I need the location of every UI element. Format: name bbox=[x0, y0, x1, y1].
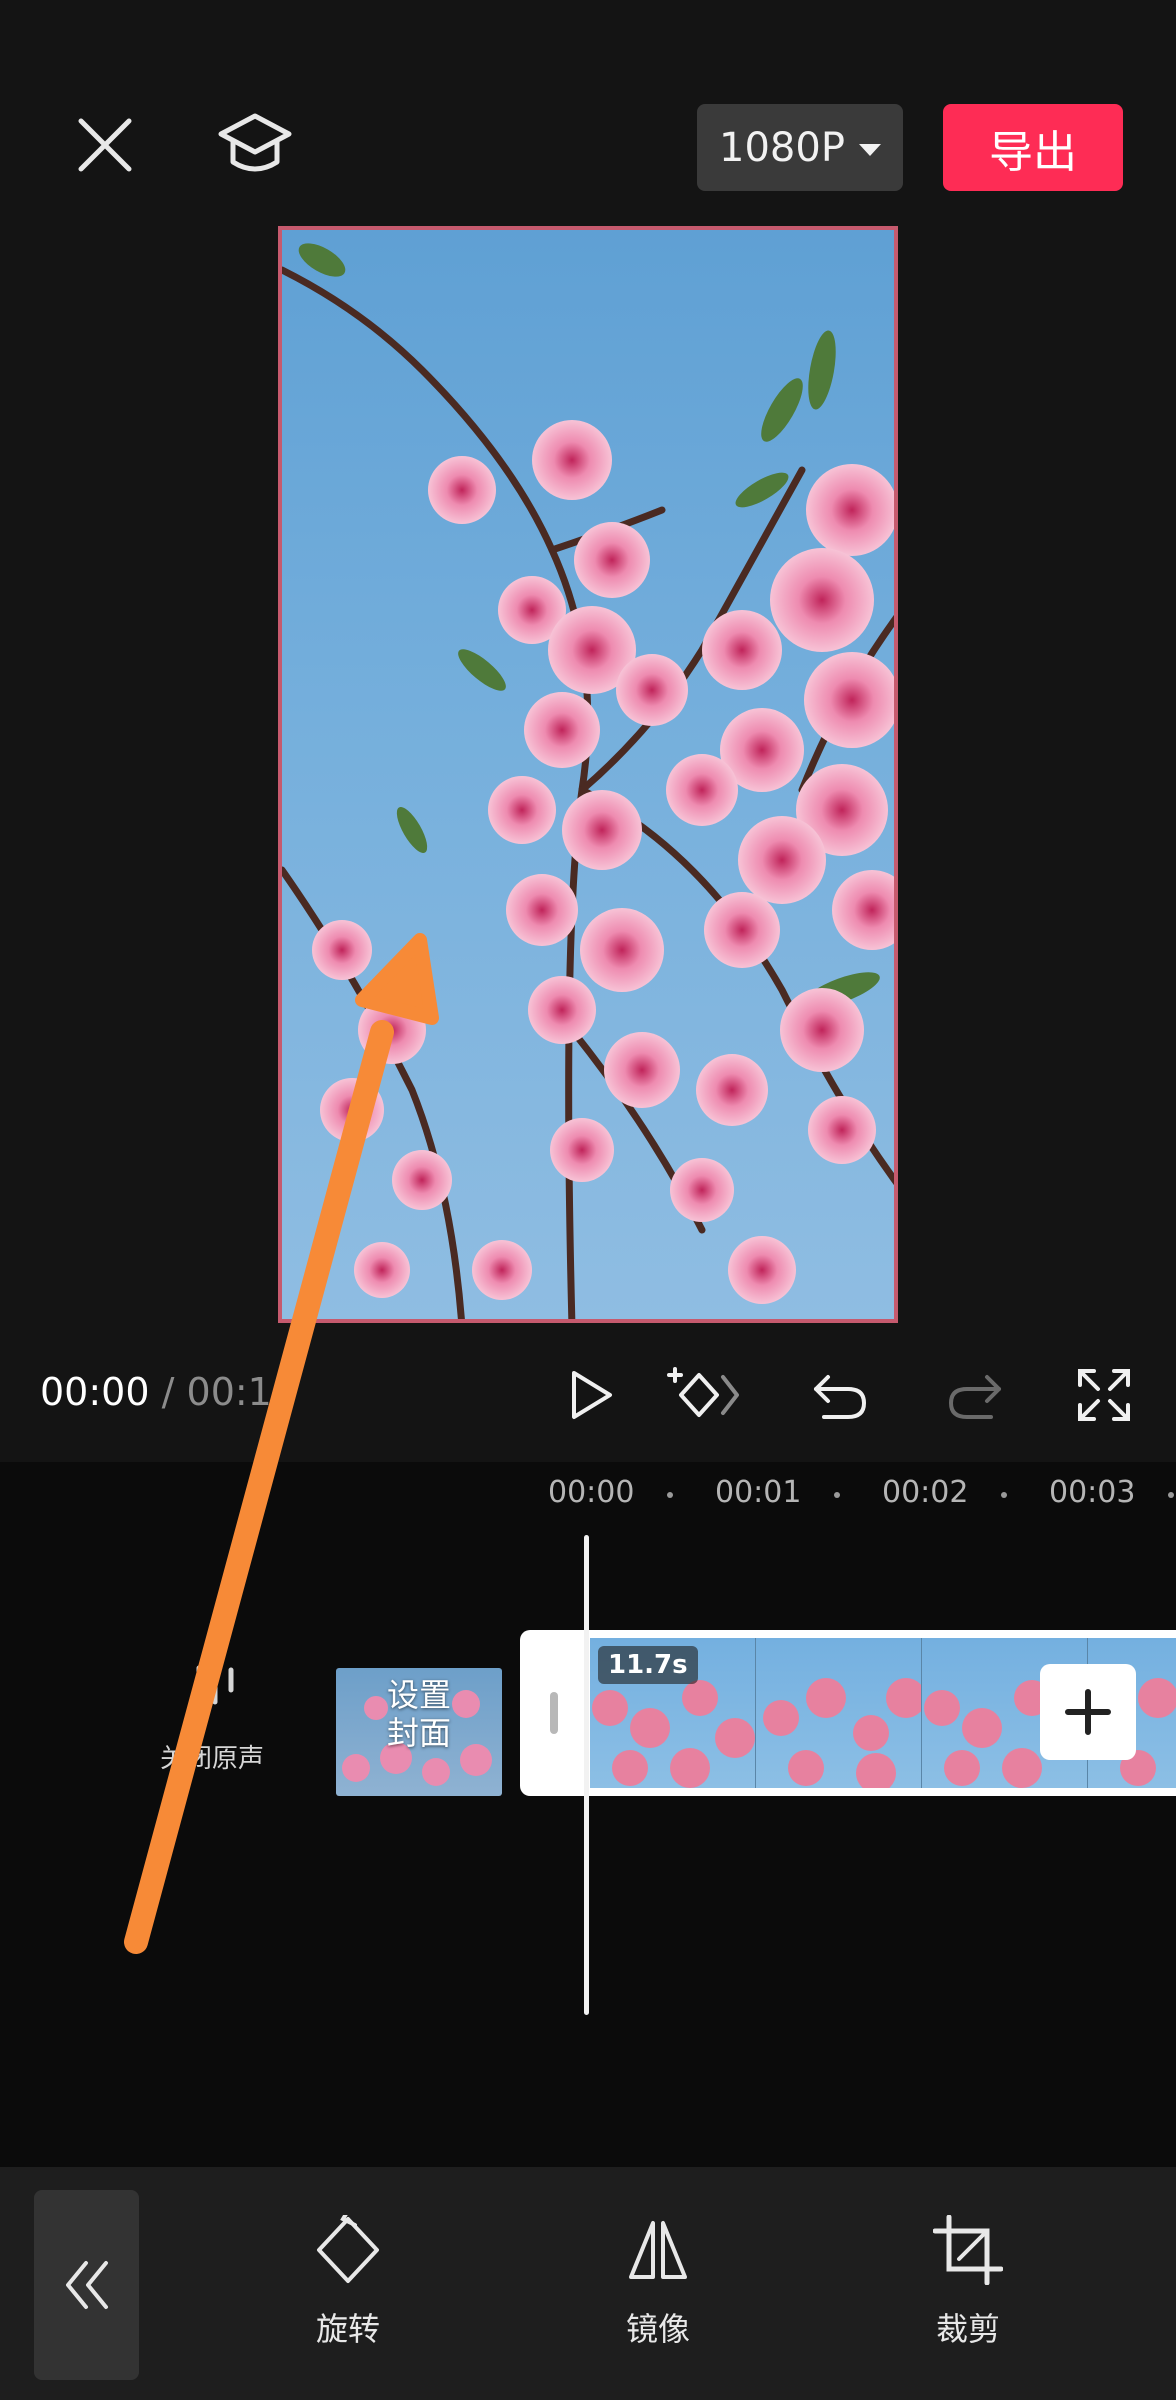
caret-down-icon bbox=[858, 143, 881, 156]
mirror-icon bbox=[629, 2221, 687, 2279]
ruler-label: 00:01 bbox=[715, 1475, 802, 1510]
play-icon bbox=[572, 1371, 612, 1419]
close-icon bbox=[78, 118, 132, 172]
set-cover-label: 设置 封面 bbox=[386, 1676, 451, 1752]
ruler-dot bbox=[1168, 1492, 1174, 1498]
video-preview[interactable] bbox=[278, 226, 898, 1323]
clip-trim-handle[interactable] bbox=[550, 1692, 558, 1734]
top-bar: 1080P 导出 bbox=[0, 0, 1176, 220]
rotate-label: 旋转 bbox=[315, 2310, 380, 2348]
timecode: 00:00 / 00:11 bbox=[40, 1370, 296, 1414]
video-editor: 1080P 导出 00:00 / 00:11 00:00 00:01 00:02… bbox=[0, 0, 1176, 2400]
playhead[interactable] bbox=[584, 1535, 589, 2015]
ruler-dot bbox=[667, 1492, 673, 1498]
time-separator: / bbox=[161, 1370, 175, 1414]
redo-icon bbox=[948, 1375, 1001, 1419]
clip-frame bbox=[756, 1638, 922, 1788]
redo-button[interactable] bbox=[935, 1355, 1015, 1435]
rotate-tool[interactable]: 旋转 bbox=[278, 2210, 418, 2350]
ruler-dot bbox=[834, 1492, 840, 1498]
audio-icon bbox=[196, 1655, 234, 1705]
rotate-icon bbox=[317, 2215, 379, 2283]
double-chevron-left-icon bbox=[65, 2261, 108, 2309]
time-ruler: 00:00 00:01 00:02 00:03 bbox=[0, 1475, 1176, 1515]
add-clip-button[interactable] bbox=[1040, 1664, 1136, 1760]
ruler-label: 00:00 bbox=[548, 1475, 635, 1510]
tutorial-button[interactable] bbox=[205, 100, 305, 190]
export-button[interactable]: 导出 bbox=[943, 104, 1123, 191]
ruler-label: 00:02 bbox=[882, 1475, 969, 1510]
graduation-cap-icon bbox=[218, 113, 292, 172]
mirror-label: 镜像 bbox=[625, 2310, 690, 2348]
ruler-label: 00:03 bbox=[1049, 1475, 1136, 1510]
collapse-back-button[interactable] bbox=[34, 2190, 139, 2380]
resolution-label: 1080P bbox=[719, 124, 845, 171]
plus-icon bbox=[1065, 1689, 1111, 1735]
fullscreen-icon bbox=[1078, 1369, 1130, 1421]
crop-label: 裁剪 bbox=[935, 2310, 1000, 2348]
mute-original-audio-label: 关闭原声 bbox=[160, 1744, 265, 1774]
total-time: 00:11 bbox=[186, 1370, 297, 1414]
crop-tool[interactable]: 裁剪 bbox=[898, 2210, 1038, 2350]
mirror-tool[interactable]: 镜像 bbox=[588, 2210, 728, 2350]
undo-button[interactable] bbox=[800, 1355, 880, 1435]
set-cover-button[interactable]: 设置 封面 bbox=[336, 1668, 502, 1796]
ruler-dot bbox=[1001, 1492, 1007, 1498]
current-time: 00:00 bbox=[40, 1370, 150, 1414]
keyframe-button[interactable] bbox=[665, 1355, 745, 1435]
keyframe-icon bbox=[667, 1367, 739, 1417]
fullscreen-button[interactable] bbox=[1064, 1355, 1144, 1435]
close-button[interactable] bbox=[60, 100, 150, 190]
clip-duration-badge: 11.7s bbox=[598, 1646, 698, 1684]
crop-icon bbox=[933, 2215, 1003, 2285]
play-button[interactable] bbox=[550, 1355, 630, 1435]
blossom-image bbox=[282, 243, 894, 1319]
resolution-dropdown[interactable]: 1080P bbox=[697, 104, 903, 191]
undo-icon bbox=[814, 1375, 867, 1419]
